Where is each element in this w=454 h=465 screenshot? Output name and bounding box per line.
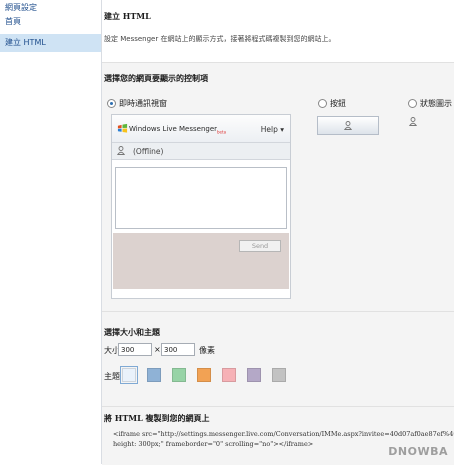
theme-swatch-gray[interactable] <box>272 368 286 382</box>
watermark: DNOWBA <box>388 445 448 458</box>
windows-flag-icon <box>117 123 128 133</box>
radio-status-icon[interactable] <box>408 99 417 108</box>
control-section-title: 選擇您的網頁要顯示的控制項 <box>104 73 208 83</box>
radio-im-window[interactable] <box>107 99 116 108</box>
sidebar-item-page-settings[interactable]: 網頁設定 <box>0 1 101 15</box>
beta-badge: beta <box>217 129 227 135</box>
size-theme-title: 選擇大小和主題 <box>104 327 160 337</box>
status-icon-preview <box>409 117 417 126</box>
status-text: (Offline) <box>133 147 164 156</box>
theme-swatch-purple[interactable] <box>247 368 261 382</box>
theme-swatch-orange[interactable] <box>197 368 211 382</box>
code-section-title: 將 HTML 複製到您的網頁上 <box>104 413 210 423</box>
button-preview <box>317 116 379 135</box>
send-button[interactable]: Send <box>239 240 281 252</box>
radio-im-window-label: 即時通訊視窗 <box>119 99 167 108</box>
main-content: 建立 HTML 設定 Messenger 在網站上的顯示方式，接著將程式碼複製到… <box>102 0 454 465</box>
compose-area[interactable]: Send <box>113 233 289 289</box>
theme-swatch-green[interactable] <box>172 368 186 382</box>
messenger-brand: Windows Live Messengerbeta <box>129 125 227 135</box>
page-description: 設定 Messenger 在網站上的顯示方式，接著將程式碼複製到您的網站上。 <box>104 35 336 43</box>
radio-button-label: 按鈕 <box>330 99 346 108</box>
page-title: 建立 HTML <box>104 11 151 21</box>
times-sign: × <box>154 345 161 354</box>
radio-button[interactable] <box>318 99 327 108</box>
height-input[interactable]: 300 <box>161 343 195 356</box>
radio-status-icon-label: 狀態圖示 <box>420 99 452 108</box>
person-icon <box>344 121 352 130</box>
messenger-header: Windows Live Messengerbeta Help ▾ <box>112 115 290 143</box>
person-icon <box>117 146 125 155</box>
unit-label: 像素 <box>199 346 215 355</box>
sidebar-item-home[interactable]: 首頁 <box>0 15 101 29</box>
messenger-preview: Windows Live Messengerbeta Help ▾ (Offli… <box>111 114 291 299</box>
sidebar: 網頁設定 首頁 建立 HTML <box>0 0 102 464</box>
theme-swatch-light-blue[interactable] <box>120 366 138 384</box>
theme-swatch-pink[interactable] <box>222 368 236 382</box>
code-line-1: <iframe src="http://settings.messenger.l… <box>113 430 454 438</box>
header-section: 建立 HTML 設定 Messenger 在網站上的顯示方式，接著將程式碼複製到… <box>102 0 454 62</box>
help-menu[interactable]: Help ▾ <box>261 125 284 134</box>
theme-swatch-blue[interactable] <box>147 368 161 382</box>
width-input[interactable]: 300 <box>118 343 152 356</box>
theme-label: 主題 <box>104 372 120 381</box>
status-bar: (Offline) <box>112 143 290 160</box>
size-theme-section: 選擇大小和主題 <box>102 311 454 406</box>
chat-history-area <box>115 167 287 229</box>
sidebar-item-create-html[interactable]: 建立 HTML <box>0 34 101 52</box>
